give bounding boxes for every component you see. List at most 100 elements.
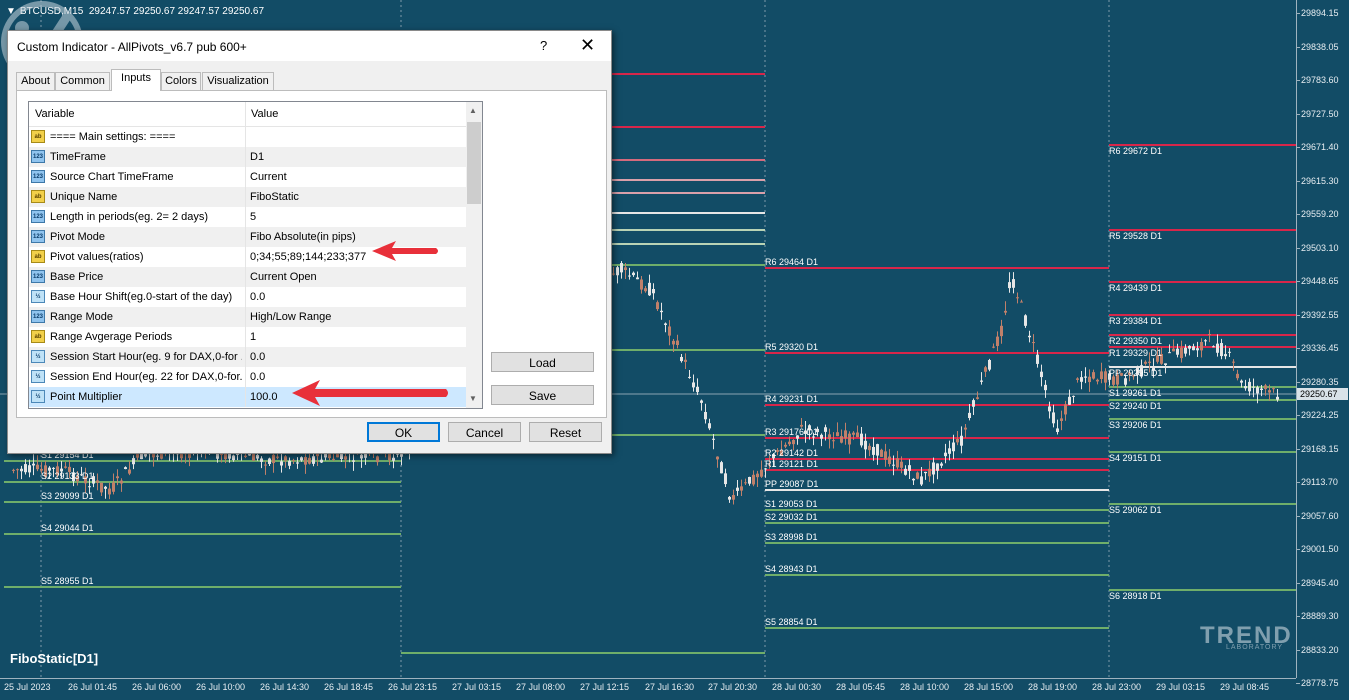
candle-body [848, 433, 851, 445]
candle-body [824, 427, 827, 432]
integer-type-icon: 123 [31, 310, 45, 323]
input-variable: Point Multiplier [50, 391, 123, 403]
candle-body [992, 346, 995, 348]
candle-body [856, 432, 859, 438]
candle-body [1004, 310, 1007, 313]
candle-body [904, 468, 907, 475]
red-arrow-icon [292, 380, 448, 406]
input-variable: Length in periods(eg. 2= 2 days) [50, 211, 209, 223]
candle-body [932, 462, 935, 475]
save-button[interactable]: Save [491, 385, 594, 405]
input-row[interactable]: 123 Length in periods(eg. 2= 2 days) 5 [29, 207, 466, 227]
input-row[interactable]: 123 Source Chart TimeFrame Current [29, 167, 466, 187]
dialog-titlebar[interactable]: Custom Indicator - AllPivots_v6.7 pub 60… [8, 31, 611, 61]
candle-body [696, 386, 699, 393]
load-button[interactable]: Load [491, 352, 594, 372]
candle-body [1276, 396, 1279, 400]
string-type-icon: ab [31, 250, 45, 263]
candle-body [12, 469, 15, 471]
candle-body [1008, 282, 1011, 289]
candle-body [624, 267, 627, 271]
scroll-up-icon[interactable]: ▲ [469, 106, 477, 115]
candle-body [1048, 406, 1051, 412]
candle-body [1180, 347, 1183, 359]
candle-body [1032, 342, 1035, 344]
string-type-icon: ab [31, 330, 45, 343]
input-value[interactable]: Current Open [250, 271, 462, 283]
pivot-level-label: S3 29099 D1 [41, 491, 94, 501]
pivot-level-label: S6 28918 D1 [1109, 591, 1162, 601]
pivot-level-label: S4 28943 D1 [765, 564, 818, 574]
tab-common[interactable]: Common [55, 72, 110, 90]
input-value[interactable]: Current [250, 171, 462, 183]
input-value[interactable]: 5 [250, 211, 462, 223]
help-button[interactable]: ? [540, 38, 547, 53]
pivot-level-label: R3 29384 D1 [1109, 316, 1163, 326]
input-row[interactable]: ½ Base Hour Shift(eg.0-start of the day) 0… [29, 287, 466, 307]
string-type-icon: ab [31, 130, 45, 143]
input-variable: Source Chart TimeFrame [50, 171, 174, 183]
input-row[interactable]: ab ==== Main settings: ==== [29, 127, 466, 147]
column-header-value[interactable]: Value [251, 108, 278, 120]
input-value[interactable]: D1 [250, 151, 462, 163]
input-row[interactable]: 123 Base Price Current Open [29, 267, 466, 287]
tab-inputs[interactable]: Inputs [111, 69, 161, 91]
candle-body [1272, 388, 1275, 390]
input-variable: Pivot values(ratios) [50, 251, 144, 263]
input-row[interactable]: ab Range Avgerage Periods 1 [29, 327, 466, 347]
candle-body [944, 452, 947, 457]
price-tick: 28778.75 [1296, 678, 1339, 688]
candle-body [1012, 279, 1015, 288]
time-tick: 29 Jul 03:15 [1156, 682, 1206, 692]
candle-body [1196, 348, 1199, 351]
input-row[interactable]: 123 Range Mode High/Low Range [29, 307, 466, 327]
input-row[interactable]: 123 TimeFrame D1 [29, 147, 466, 167]
close-icon[interactable]: ✕ [580, 35, 595, 56]
input-row[interactable]: ½ Session Start Hour(eg. 9 for DAX,0-for … [29, 347, 466, 367]
candle-body [1208, 333, 1211, 335]
candle-body [980, 380, 983, 382]
time-axis[interactable]: 25 Jul 2023 26 Jul 01:45 26 Jul 06:00 26 Ju… [0, 678, 1296, 700]
input-value[interactable]: FiboStatic [250, 191, 462, 203]
time-tick: 26 Jul 23:15 [388, 682, 438, 692]
candle-body [1144, 361, 1147, 364]
input-value[interactable]: 1 [250, 331, 462, 343]
ok-button[interactable]: OK [367, 422, 440, 442]
tab-about[interactable]: About [16, 72, 55, 90]
candle-body [784, 444, 787, 447]
input-value[interactable]: High/Low Range [250, 311, 462, 323]
candle-body [112, 482, 115, 492]
price-tick: 29448.65 [1296, 276, 1339, 286]
scroll-thumb[interactable] [467, 122, 481, 204]
candle-body [720, 462, 723, 474]
pivot-level-label: S5 28854 D1 [765, 617, 818, 627]
grid-scrollbar[interactable]: ▲ ▼ [466, 102, 482, 408]
input-row[interactable]: ab Unique Name FiboStatic [29, 187, 466, 207]
cancel-button[interactable]: Cancel [448, 422, 521, 442]
reset-button[interactable]: Reset [529, 422, 602, 442]
input-value[interactable]: 0.0 [250, 351, 462, 363]
tab-colors[interactable]: Colors [161, 72, 201, 90]
tab-visualization[interactable]: Visualization [202, 72, 274, 90]
scroll-down-icon[interactable]: ▼ [469, 394, 477, 403]
pivot-level-label: R2 29350 D1 [1109, 336, 1163, 346]
candle-body [888, 456, 891, 464]
candle-body [880, 449, 883, 457]
pivot-level-label: S2 29133 D1 [41, 471, 94, 481]
candle-body [28, 465, 31, 473]
pivot-level-label: S4 29151 D1 [1109, 453, 1162, 463]
price-tick: 29001.50 [1296, 544, 1339, 554]
price-tick: 29615.30 [1296, 175, 1339, 186]
input-value[interactable]: 0.0 [250, 291, 462, 303]
time-tick: 28 Jul 05:45 [836, 682, 886, 692]
column-header-variable[interactable]: Variable [35, 108, 75, 120]
candle-body [984, 367, 987, 372]
candle-body [648, 282, 651, 296]
candle-body [1252, 386, 1255, 388]
candle-body [1084, 376, 1087, 378]
integer-type-icon: 123 [31, 210, 45, 223]
price-axis[interactable]: 29894.15 29838.05 29783.60 29727.50 29671.40… [1296, 0, 1349, 688]
candle-body [756, 473, 759, 478]
custom-indicator-dialog[interactable]: Custom Indicator - AllPivots_v6.7 pub 60… [7, 30, 612, 454]
candle-body [844, 430, 847, 439]
